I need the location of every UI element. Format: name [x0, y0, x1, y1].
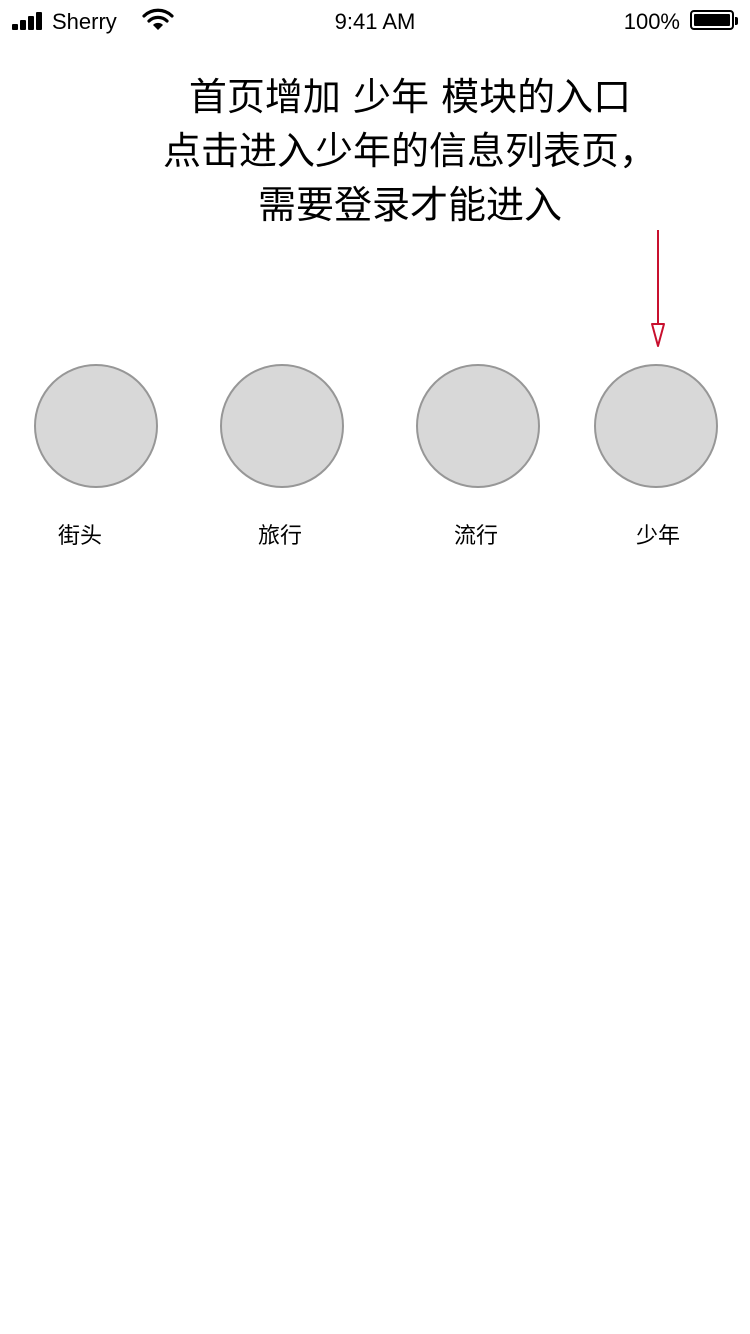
battery-fill: [694, 14, 730, 26]
entry-street[interactable]: 街头: [34, 364, 158, 564]
entry-label: 流行: [454, 524, 499, 549]
annotation-line: 点击进入少年的信息列表页，: [162, 129, 657, 173]
entry-travel[interactable]: 旅行: [220, 364, 344, 564]
annotation-line: 首页增加 少年 模块的入口: [188, 75, 632, 119]
status-bar: Sherry 9:41 AM 100%: [0, 0, 750, 44]
annotation-line: 需要登录才能进入: [257, 183, 562, 227]
entry-icon-placeholder[interactable]: [594, 364, 718, 488]
battery-icon: [690, 10, 738, 30]
battery-nub: [735, 17, 738, 25]
entry-youth[interactable]: 少年: [594, 364, 718, 564]
entry-trend[interactable]: 流行: [416, 364, 540, 564]
entry-icon-placeholder[interactable]: [220, 364, 344, 488]
entry-label: 旅行: [258, 524, 303, 549]
battery-percent: 100%: [623, 9, 680, 34]
entry-icon-placeholder[interactable]: [34, 364, 158, 488]
entry-label: 少年: [636, 524, 681, 549]
entry-icon-placeholder[interactable]: [416, 364, 540, 488]
annotation-text: 首页增加 少年 模块的入口 点击进入少年的信息列表页， 需要登录才能进入: [120, 70, 700, 232]
annotation-arrow: [651, 230, 665, 347]
entry-label: 街头: [58, 524, 103, 549]
